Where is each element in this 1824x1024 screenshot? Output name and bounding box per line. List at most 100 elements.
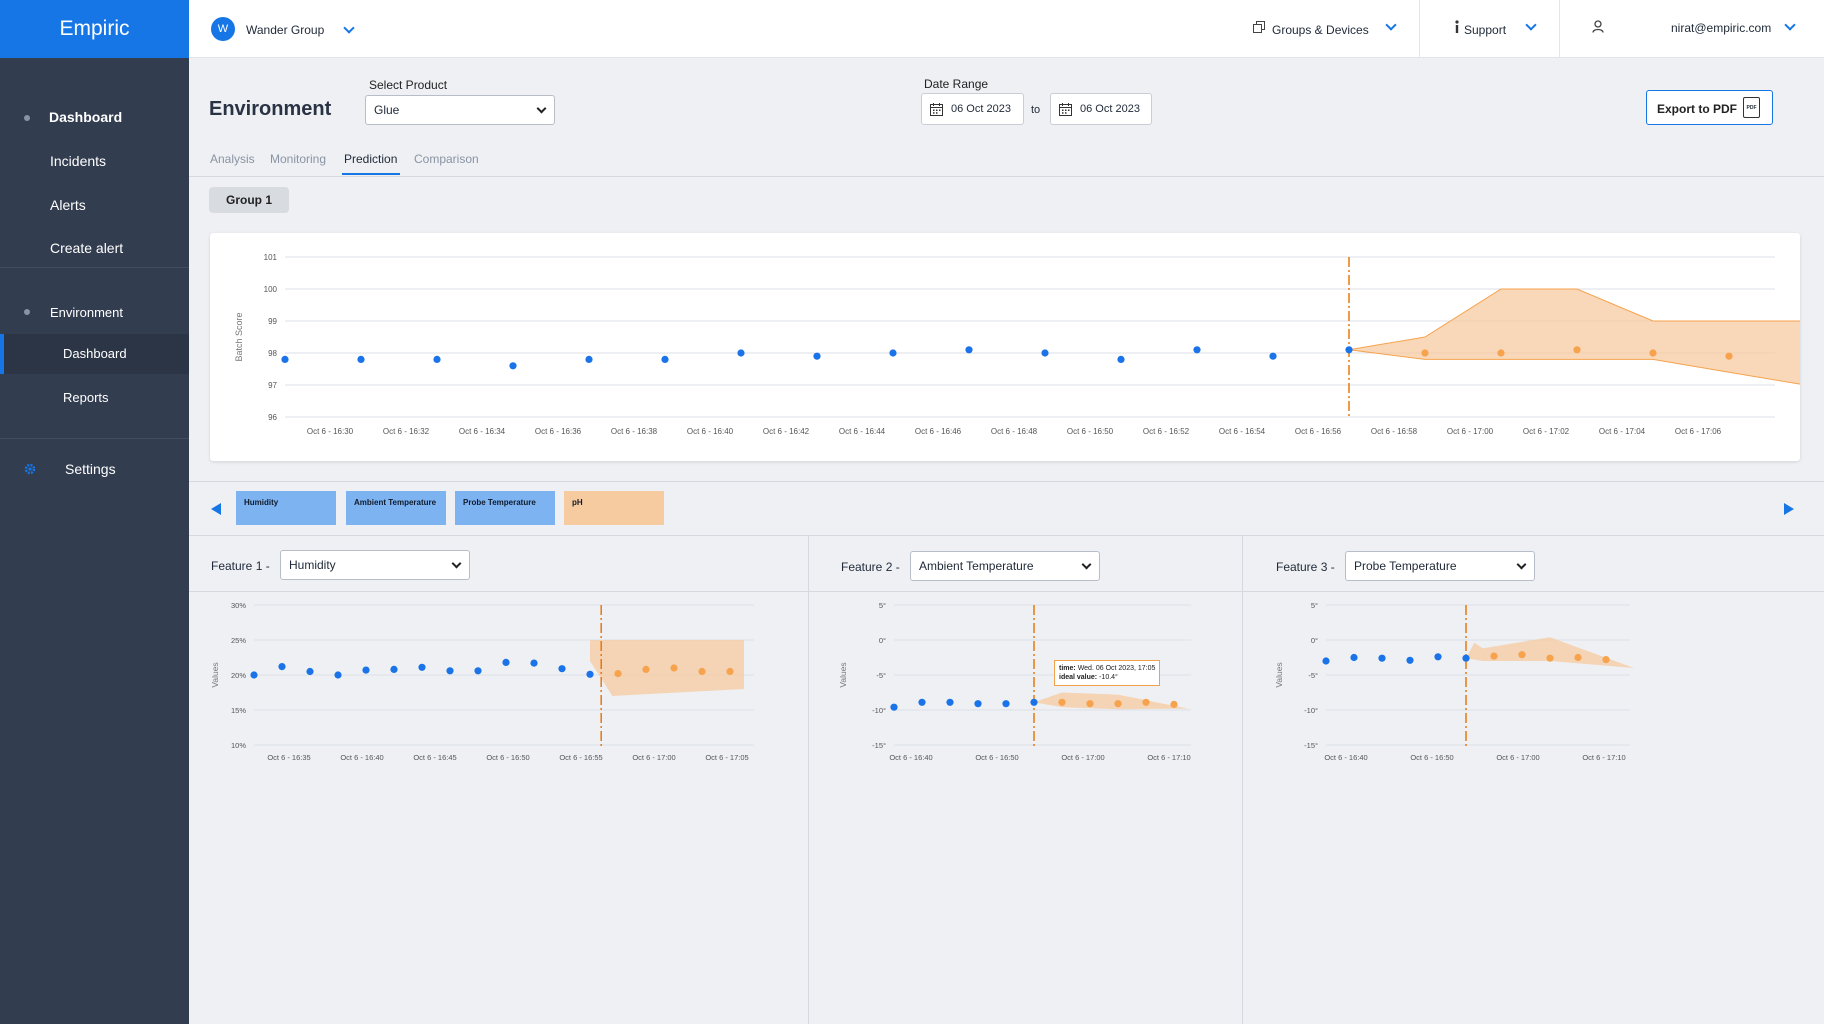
group-chip[interactable]: Group 1	[209, 187, 289, 213]
sidebar-item-environment[interactable]: Environment	[50, 305, 123, 320]
actual-point	[1030, 698, 1038, 706]
actual-point	[558, 665, 566, 673]
sidebar-subitem-reports[interactable]: Reports	[63, 390, 109, 405]
chevron-down-icon[interactable]	[1784, 19, 1796, 31]
y-axis-label: Values	[210, 662, 220, 687]
org-name[interactable]: Wander Group	[246, 23, 324, 37]
x-tick-label: Oct 6 - 16:48	[991, 427, 1038, 436]
actual-point	[661, 355, 669, 363]
actual-point	[585, 355, 593, 363]
support-menu[interactable]: Support	[1464, 23, 1506, 37]
actual-point	[1345, 346, 1353, 354]
predicted-point	[1490, 652, 1498, 660]
chevron-down-icon[interactable]	[1385, 19, 1397, 31]
prediction-band	[1034, 692, 1188, 710]
y-tick-label: 96	[268, 413, 277, 422]
feature-chip-ph[interactable]: pH	[564, 491, 664, 525]
feature-3-prefix: Feature 3	[1276, 560, 1328, 574]
actual-point	[362, 666, 370, 674]
groups-devices-menu[interactable]: Groups & Devices	[1272, 23, 1369, 37]
sidebar-item-create-alert[interactable]: Create alert	[50, 240, 123, 256]
chevron-down-icon[interactable]	[343, 22, 355, 34]
date-from-field[interactable]: 06 Oct 2023	[921, 93, 1024, 125]
x-tick-label: Oct 6 - 16:50	[486, 753, 529, 762]
feature-1-select-value: Humidity	[289, 558, 336, 572]
export-pdf-button[interactable]: Export to PDF PDF	[1646, 90, 1773, 125]
y-tick-label: -15°	[872, 741, 886, 750]
product-select[interactable]: Glue	[365, 95, 555, 125]
feature-2-select-value: Ambient Temperature	[919, 559, 1034, 573]
feature-chip-probe-temperature[interactable]: Probe Temperature	[455, 491, 555, 525]
actual-point	[334, 671, 342, 679]
x-tick-label: Oct 6 - 16:50	[1067, 427, 1114, 436]
active-tab-indicator	[342, 173, 400, 175]
feature-1-select[interactable]: Humidity	[280, 550, 470, 580]
y-tick-label: -5°	[1308, 671, 1318, 680]
actual-point	[965, 346, 973, 354]
sidebar-item-settings[interactable]: Settings	[65, 461, 116, 477]
sidebar-divider	[0, 267, 189, 268]
pdf-file-icon: PDF	[1743, 97, 1760, 118]
tab-comparison[interactable]: Comparison	[414, 152, 479, 166]
tab-analysis[interactable]: Analysis	[210, 152, 255, 166]
chevron-down-icon[interactable]	[1525, 19, 1537, 31]
panel-divider	[1242, 536, 1243, 1024]
prediction-band	[590, 640, 744, 696]
feature-1-dash: -	[265, 559, 270, 573]
feature-3-select[interactable]: Probe Temperature	[1345, 551, 1535, 581]
x-tick-label: Oct 6 - 16:50	[975, 753, 1018, 762]
predicted-point	[1114, 700, 1122, 708]
actual-point	[306, 667, 314, 676]
sidebar-item-dashboard[interactable]: Dashboard	[49, 109, 122, 125]
y-tick-label: 97	[268, 381, 277, 390]
actual-point	[502, 658, 510, 666]
chevron-down-icon	[1516, 559, 1527, 570]
date-range-label: Date Range	[924, 77, 989, 91]
actual-point	[1269, 352, 1277, 360]
x-tick-label: Oct 6 - 16:42	[763, 427, 810, 436]
x-tick-label: Oct 6 - 16:50	[1410, 753, 1453, 762]
x-tick-label: Oct 6 - 17:04	[1599, 427, 1646, 436]
actual-point	[890, 703, 898, 711]
x-tick-label: Oct 6 - 16:30	[307, 427, 354, 436]
x-tick-label: Oct 6 - 17:00	[1061, 753, 1104, 762]
feature-3-dash: -	[1330, 560, 1335, 574]
date-to-field[interactable]: 06 Oct 2023	[1050, 93, 1152, 125]
x-tick-label: Oct 6 - 16:40	[1324, 753, 1367, 762]
x-tick-label: Oct 6 - 17:00	[1496, 753, 1539, 762]
tab-prediction[interactable]: Prediction	[344, 152, 397, 166]
actual-point	[357, 355, 365, 363]
actual-point	[281, 355, 289, 363]
arrow-right-icon[interactable]	[1783, 502, 1795, 516]
x-tick-label: Oct 6 - 16:52	[1143, 427, 1190, 436]
app-logo[interactable]: Empiric	[0, 0, 189, 58]
feature-1-prefix: Feature 1	[211, 559, 263, 573]
sidebar-item-alerts[interactable]: Alerts	[50, 197, 86, 213]
date-to-word: to	[1031, 104, 1041, 116]
predicted-point	[1649, 349, 1657, 357]
sidebar-item-incidents[interactable]: Incidents	[50, 153, 106, 169]
tab-monitoring[interactable]: Monitoring	[270, 152, 326, 166]
x-tick-label: Oct 6 - 17:02	[1523, 427, 1570, 436]
tooltip-time-label: time:	[1059, 665, 1076, 672]
nav-dot-icon	[24, 309, 30, 315]
y-axis-label: Values	[838, 662, 848, 687]
strip-divider-bottom	[189, 535, 1824, 536]
feature-chip-humidity[interactable]: Humidity	[236, 491, 336, 525]
top-bar: W Wander Group Groups & Devices Support …	[189, 0, 1824, 58]
y-tick-label: 30%	[231, 601, 246, 610]
feature-2-select[interactable]: Ambient Temperature	[910, 551, 1100, 581]
chevron-down-icon	[1081, 559, 1092, 570]
strip-divider-top	[189, 481, 1824, 482]
feature-chip-ambient-temperature[interactable]: Ambient Temperature	[346, 491, 446, 525]
y-tick-label: -15°	[1304, 741, 1318, 750]
sidebar-subitem-dashboard[interactable]: Dashboard	[0, 334, 189, 374]
actual-point	[889, 349, 897, 357]
arrow-left-icon[interactable]	[210, 502, 222, 516]
feature-3-select-value: Probe Temperature	[1354, 559, 1457, 573]
gear-icon	[24, 463, 36, 475]
org-avatar[interactable]: W	[211, 17, 235, 41]
x-tick-label: Oct 6 - 16:40	[889, 753, 932, 762]
user-email[interactable]: nirat@empiric.com	[1671, 21, 1771, 35]
y-tick-label: -10°	[872, 706, 886, 715]
